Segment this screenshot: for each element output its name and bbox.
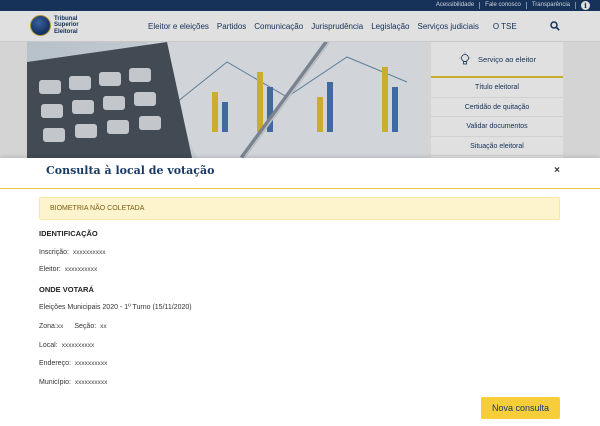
municipio-label: Município: (39, 379, 71, 386)
endereco-row: Endereço: xxxxxxxxxx (39, 360, 107, 367)
zona-label: Zona: (39, 323, 57, 330)
consulta-modal: Consulta à local de votação × BIOMETRIA … (0, 158, 600, 426)
local-row: Local: xxxxxxxxxx (39, 342, 94, 349)
identificacao-heading: IDENTIFICAÇÃO (39, 229, 98, 238)
secao-value: xx (100, 323, 107, 330)
inscricao-row: Inscrição: xxxxxxxxxx (39, 249, 105, 256)
endereco-label: Endereço: (39, 360, 71, 367)
nova-consulta-button[interactable]: Nova consulta (481, 397, 560, 419)
zona-secao-row: Zona:xx Seção: xx (39, 323, 107, 330)
zona-value: xx (56, 323, 64, 330)
alert-text: BIOMETRIA NÃO COLETADA (50, 205, 145, 212)
close-icon[interactable]: × (554, 165, 560, 176)
biometria-alert: BIOMETRIA NÃO COLETADA (39, 197, 560, 220)
inscricao-value: xxxxxxxxxx (72, 249, 106, 256)
local-label: Local: (39, 342, 58, 349)
municipio-row: Município: xxxxxxxxxx (39, 379, 107, 386)
inscricao-label: Inscrição: (39, 249, 69, 256)
eleitor-row: Eleitor: xxxxxxxxxx (39, 266, 97, 273)
municipio-value: xxxxxxxxxx (74, 379, 108, 386)
secao-label: Seção: (74, 323, 97, 330)
local-value: xxxxxxxxxx (61, 342, 95, 349)
modal-divider (0, 188, 600, 189)
eleitor-value: xxxxxxxxxx (64, 266, 98, 273)
eleitor-label: Eleitor: (39, 266, 61, 273)
eleicao-row: Eleições Municipais 2020 - 1º Turno (15/… (39, 304, 192, 311)
onde-votara-heading: ONDE VOTARÁ (39, 285, 94, 294)
endereco-value: xxxxxxxxxx (74, 360, 108, 367)
modal-title: Consulta à local de votação (46, 164, 215, 177)
